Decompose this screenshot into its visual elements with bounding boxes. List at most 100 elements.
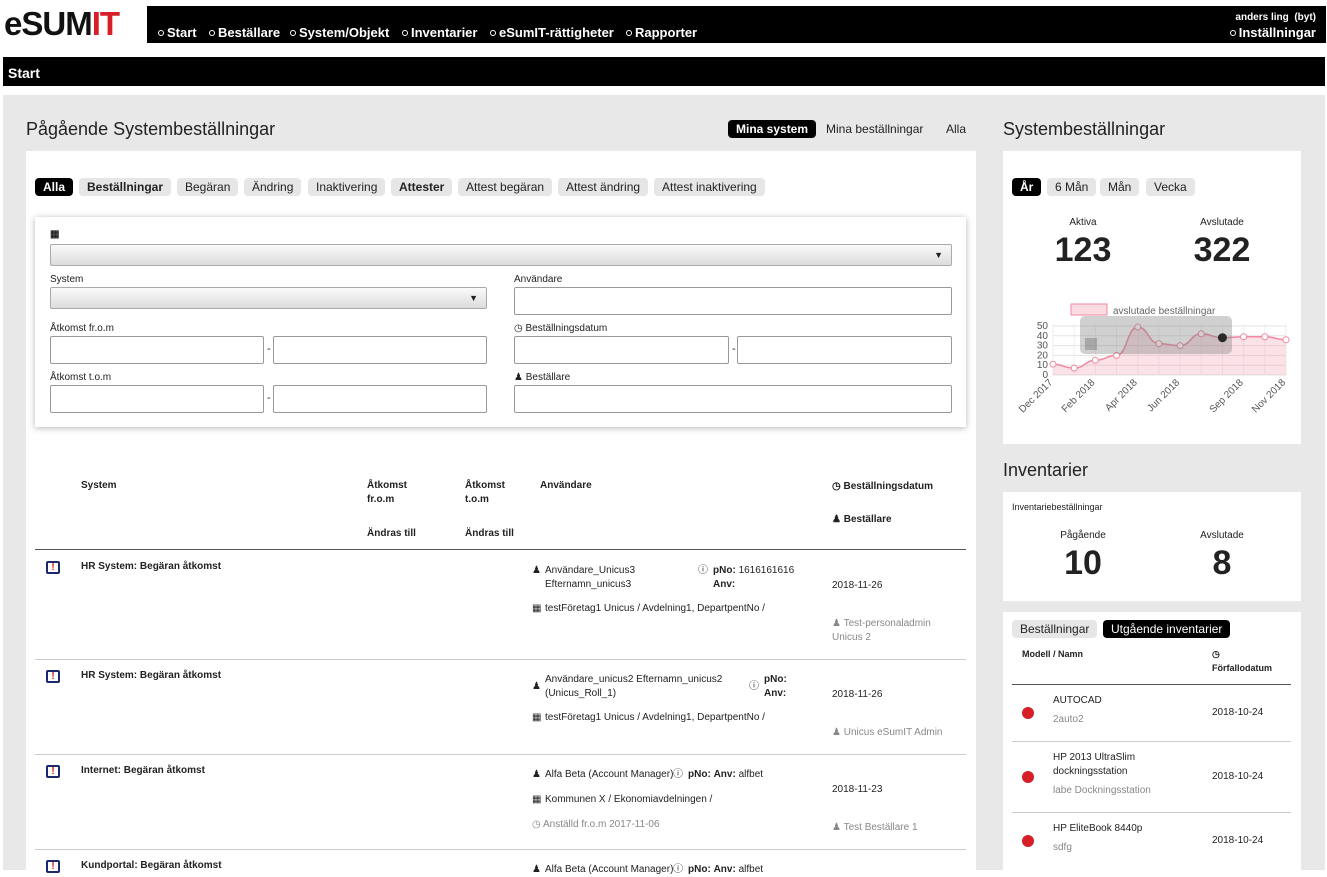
row-user: Användare_Unicus3 Efternamn_unicus3 [545, 564, 635, 592]
inventory-tab-utgaende[interactable]: Utgående inventarier [1103, 620, 1231, 638]
filter-tab-bestallningar[interactable]: Beställningar [79, 178, 172, 196]
active-label: Aktiva [1069, 217, 1097, 228]
y-tick-label: 20 [1037, 350, 1049, 361]
col-changes-to-to: Ändras till [465, 528, 514, 539]
col-access-to[interactable]: Åtkomst t.o.m [465, 479, 525, 507]
item-name: HP EliteBook 8440p [1053, 823, 1143, 834]
info-icon: ⓘ [749, 681, 759, 692]
access-from-start-input[interactable] [50, 336, 264, 364]
status-dot-icon [1022, 707, 1034, 719]
nav-start[interactable]: Start [158, 25, 197, 40]
ongoing-value: 10 [1064, 544, 1102, 582]
nav-settings[interactable]: Inställningar [1229, 25, 1316, 40]
user-name: anders ling [1235, 12, 1289, 23]
organization-select[interactable]: ▼ [50, 244, 952, 266]
row-date: 2018-11-26 [832, 580, 883, 591]
logo[interactable]: eSUMIT [4, 5, 120, 42]
period-tab-man[interactable]: Mån [1100, 178, 1140, 196]
orders-title: Pågående Systembeställningar [26, 119, 276, 139]
filter-tab-alla[interactable]: Alla [35, 178, 74, 196]
bullet-icon [209, 30, 215, 36]
filter-tab-attest-begaran[interactable]: Attest begäran [458, 178, 553, 196]
row-divider [35, 754, 966, 755]
y-tick-label: 50 [1037, 321, 1049, 332]
inventory-tab-bestallningar[interactable]: Beställningar [1012, 620, 1098, 638]
orders-chart[interactable]: 01020304050Dec 2017 Feb 2018 Apr 2018 Jun 2… [1003, 296, 1301, 436]
bullet-icon [158, 30, 164, 36]
info-icon: ⓘ [673, 864, 683, 875]
bullet-icon [402, 30, 408, 36]
data-point [1282, 336, 1290, 344]
filter-tab-begaran[interactable]: Begäran [177, 178, 239, 196]
info-icon: ⓘ [673, 769, 683, 780]
row-user-name2: (Unicus_Roll_1) [545, 688, 617, 699]
access-to-label: Åtkomst t.o.m [50, 372, 112, 383]
access-to-end-input[interactable] [273, 385, 487, 413]
nav-esumit-rattigheter[interactable]: eSumIT-rättigheter [490, 25, 614, 40]
filter-tab-andring[interactable]: Ändring [244, 178, 302, 196]
period-tab-ar[interactable]: År [1012, 178, 1042, 196]
nav-bestallare[interactable]: Beställare [209, 25, 280, 40]
row-org: Kommunen X / Ekonomiavdelningen / [545, 794, 713, 805]
y-tick-label: 30 [1037, 341, 1049, 352]
col-access-from[interactable]: Åtkomst fr.o.m [367, 479, 427, 507]
page-title-bar: Start [3, 57, 1325, 86]
exclamation-icon: ! [46, 670, 60, 683]
nav-inventarier-label: Inventarier [411, 25, 478, 40]
inventory-card: Inventariebeställningar Pågående 10 Avsl… [1003, 492, 1301, 601]
filter-tab-attest-inaktivering[interactable]: Attest inaktivering [654, 178, 765, 196]
row-title: HR System: Begäran åtkomst [81, 561, 222, 572]
period-tab-6man[interactable]: 6 Mån [1047, 178, 1097, 196]
order-date-end-input[interactable] [737, 336, 952, 364]
item-date: 2018-10-24 [1212, 835, 1264, 846]
exclamation-icon: ! [46, 765, 60, 778]
person-icon: ♟ [514, 372, 523, 383]
nav-rapporter[interactable]: Rapporter [626, 25, 697, 40]
row-title: HR System: Begäran åtkomst [81, 670, 222, 681]
col-order-date-label: Beställningsdatum [843, 481, 933, 492]
switch-user-link[interactable]: (byt) [1294, 12, 1316, 23]
row-pno: pNo: Anv: alfbet [688, 863, 763, 877]
system-select[interactable]: ▼ [50, 287, 487, 309]
col-due-date[interactable]: ◷ Förfallodatum [1212, 647, 1272, 675]
col-model[interactable]: Modell / Namn [1022, 647, 1083, 661]
col-system[interactable]: System [81, 479, 117, 493]
row-employed-text: Anställd fr.o.m 2017-11-06 [542, 819, 660, 830]
filter-tab-attest-andring[interactable]: Attest ändring [558, 178, 649, 196]
access-to-start-input[interactable] [50, 385, 264, 413]
range-dash: - [267, 392, 271, 404]
row-user-name2: Efternamn_unicus3 [545, 579, 632, 590]
filter-tab-inaktivering[interactable]: Inaktivering [308, 178, 386, 196]
orderer-input[interactable] [514, 385, 952, 413]
person-icon: ♟ [832, 514, 841, 525]
col-changes-to-from: Ändras till [367, 528, 416, 539]
logo-sum: SUM [21, 5, 92, 42]
col-orderer-label: Beställare [843, 514, 892, 525]
order-date-label: ◷ Beställningsdatum [514, 323, 607, 334]
x-tick-label: Apr 2018 [1103, 377, 1140, 414]
chevron-down-icon: ▼ [469, 293, 478, 303]
access-from-end-input[interactable] [273, 336, 487, 364]
pno-label: pNo: [713, 565, 736, 576]
col-orderer[interactable]: ♟ Beställare [832, 513, 892, 527]
x-tick-label: Sep 2018 [1208, 377, 1246, 415]
row-divider [35, 849, 966, 850]
item-name: AUTOCAD [1053, 695, 1102, 706]
row-divider [35, 659, 966, 660]
scope-tab-mina-system[interactable]: Mina system [728, 120, 817, 138]
nav-system-objekt[interactable]: System/Objekt [290, 25, 389, 40]
period-tab-vecka[interactable]: Vecka [1146, 178, 1195, 196]
col-order-date[interactable]: ◷ Beställningsdatum [832, 480, 933, 494]
user-input[interactable] [514, 287, 952, 315]
person-icon: ♟ [532, 769, 541, 780]
item-sub: 2auto2 [1053, 714, 1084, 725]
col-user[interactable]: Användare [540, 479, 592, 493]
filter-tab-attester[interactable]: Attester [391, 178, 453, 196]
scope-tab-mina-bestallningar[interactable]: Mina beställningar [826, 122, 923, 136]
order-date-start-input[interactable] [514, 336, 729, 364]
outgoing-inventory-card: Beställningar Utgående inventarier Model… [1003, 612, 1301, 870]
row-title: Internet: Begäran åtkomst [81, 765, 205, 776]
page-title: Start [8, 65, 40, 81]
scope-tab-alla[interactable]: Alla [946, 122, 966, 136]
nav-inventarier[interactable]: Inventarier [402, 25, 477, 40]
